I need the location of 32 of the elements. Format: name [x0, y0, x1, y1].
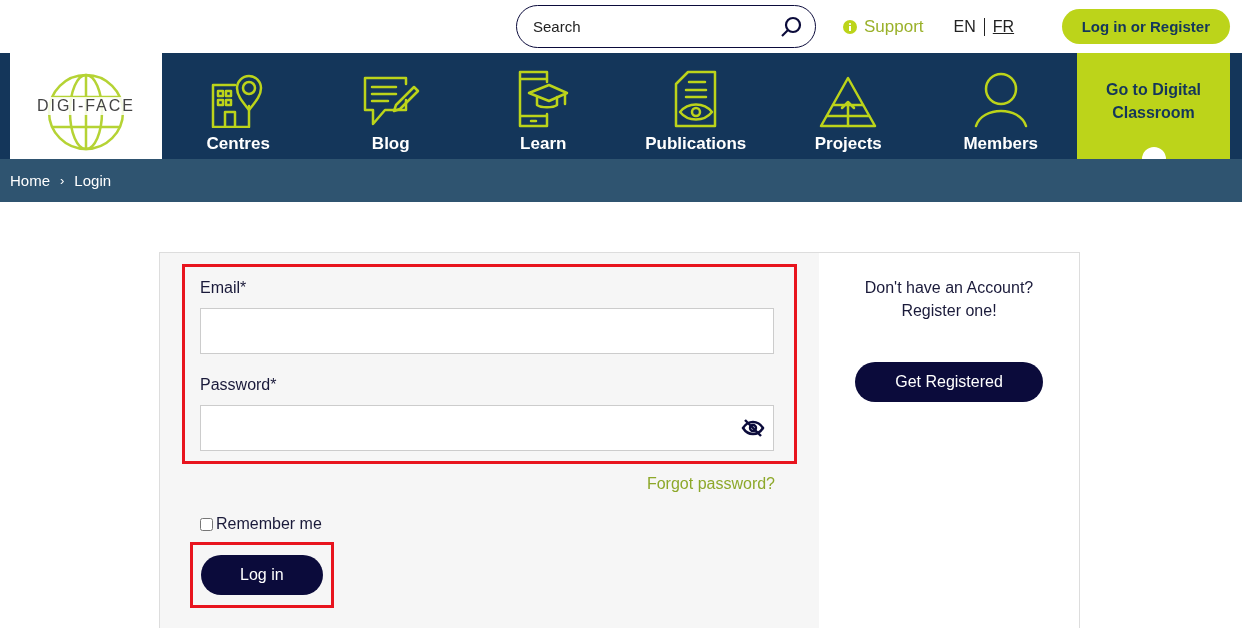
- nav-item[interactable]: Blog: [314, 53, 467, 159]
- login-register-button[interactable]: Log in or Register: [1061, 9, 1230, 44]
- eye-slash-icon[interactable]: [741, 418, 765, 438]
- breadcrumb-separator: ›: [60, 173, 65, 188]
- search-icon[interactable]: [780, 16, 802, 38]
- remember-me-label[interactable]: Remember me: [216, 515, 322, 533]
- document-eye-icon: [673, 70, 718, 128]
- password-field[interactable]: [200, 405, 774, 451]
- email-field[interactable]: [200, 308, 774, 354]
- field-label: Password*: [200, 376, 278, 394]
- field-label: Email*: [200, 279, 248, 297]
- breadcrumb-link[interactable]: Home: [10, 172, 50, 189]
- search-field[interactable]: Search: [516, 5, 816, 48]
- language-link[interactable]: FR: [992, 17, 1015, 36]
- language-link[interactable]: EN: [953, 17, 976, 36]
- login-button[interactable]: Log in: [201, 555, 323, 595]
- pyramid-arrow-icon: [819, 76, 878, 128]
- remember-me-checkbox[interactable]: [200, 517, 213, 531]
- phone-graduation-cap-icon: [517, 70, 570, 128]
- nav-item[interactable]: Centres: [162, 53, 315, 159]
- get-registered-button[interactable]: Get Registered: [855, 362, 1043, 402]
- nav-item[interactable]: Learn: [467, 53, 620, 159]
- nav-item[interactable]: Publications: [619, 53, 772, 159]
- chat-pencil-icon: [361, 74, 420, 128]
- breadcrumb-link[interactable]: Login: [74, 172, 112, 189]
- logo[interactable]: DIGI-FACE: [10, 53, 162, 159]
- nav-item[interactable]: Projects: [772, 53, 925, 159]
- info-icon: [843, 19, 857, 34]
- classroom-button[interactable]: Go to Digital Classroom: [1077, 53, 1230, 159]
- register-prompt: Don't have an Account? Register one!: [864, 278, 1034, 321]
- person-icon: [973, 72, 1028, 128]
- nav-item[interactable]: Members: [924, 53, 1077, 159]
